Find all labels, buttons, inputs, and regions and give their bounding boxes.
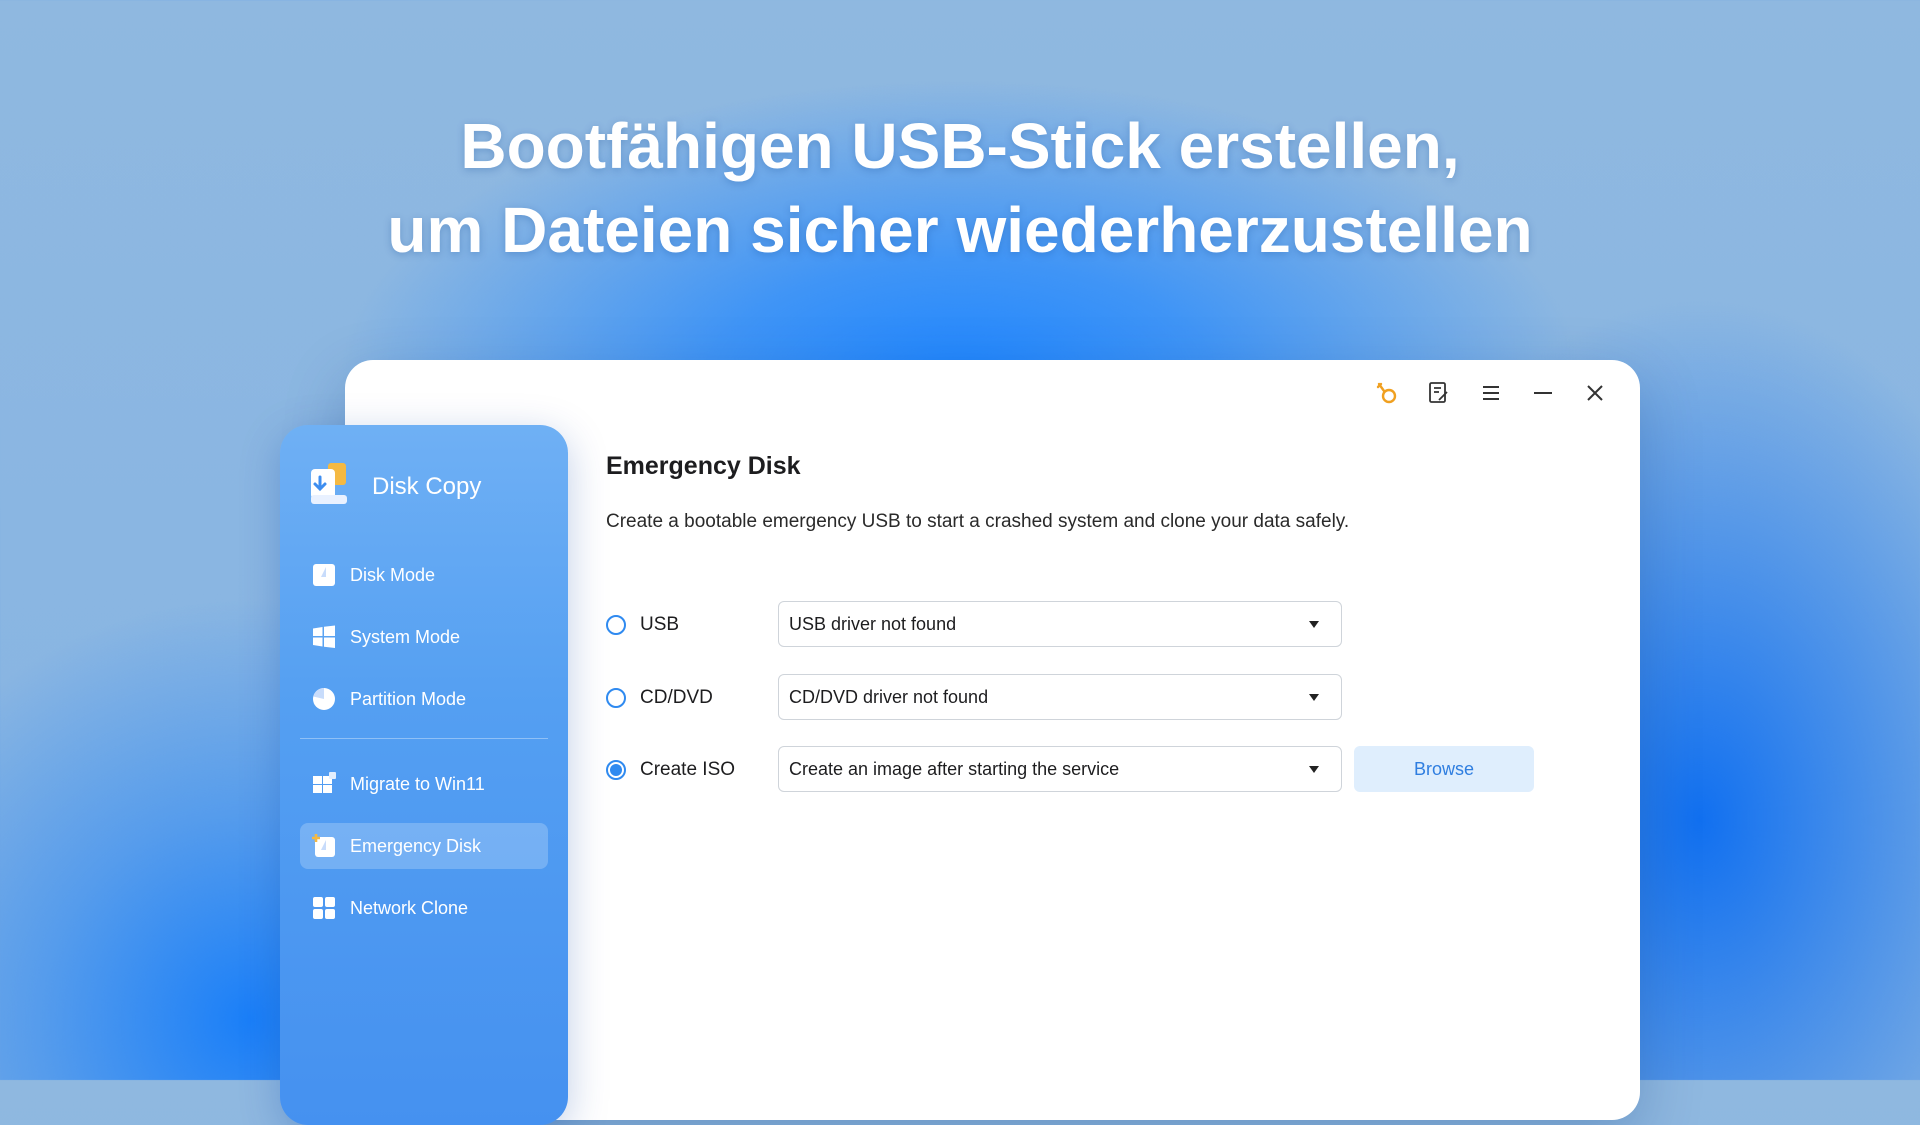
- key-icon[interactable]: [1372, 378, 1402, 408]
- create-iso-dropdown[interactable]: Create an image after starting the servi…: [778, 746, 1342, 792]
- page-title: Emergency Disk: [606, 452, 801, 480]
- cd-dvd-dropdown[interactable]: CD/DVD driver not found: [778, 674, 1342, 720]
- close-icon[interactable]: [1580, 378, 1610, 408]
- pie-chart-icon: [312, 687, 336, 711]
- sidebar-item-label: Disk Mode: [350, 564, 436, 585]
- menu-icon[interactable]: [1476, 378, 1506, 408]
- create-iso-dropdown-value: Create an image after starting the servi…: [789, 758, 1120, 779]
- main-content: Emergency Disk Create a bootable emergen…: [606, 452, 1349, 533]
- emergency-disk-icon: [312, 834, 336, 858]
- usb-dropdown-value: USB driver not found: [789, 613, 957, 634]
- sidebar-item-partition-mode[interactable]: Partition Mode: [300, 676, 548, 722]
- usb-radio[interactable]: [606, 615, 626, 635]
- minimize-icon[interactable]: [1528, 378, 1558, 408]
- cd-dvd-label: CD/DVD: [640, 687, 713, 708]
- sidebar-item-emergency-disk[interactable]: Emergency Disk: [300, 823, 548, 869]
- chevron-down-icon: [1309, 693, 1319, 701]
- page-description: Create a bootable emergency USB to start…: [606, 511, 1350, 532]
- chevron-down-icon: [1309, 765, 1319, 773]
- win11-icon: [312, 772, 336, 796]
- browse-button[interactable]: Browse: [1354, 746, 1534, 792]
- chevron-down-icon: [1309, 620, 1319, 628]
- sidebar-item-disk-mode[interactable]: Disk Mode: [300, 552, 548, 598]
- option-create-iso[interactable]: Create ISO: [606, 759, 780, 781]
- option-cd-dvd[interactable]: CD/DVD: [606, 687, 780, 709]
- sidebar-item-network-clone[interactable]: Network Clone: [300, 885, 548, 931]
- page-headline: Bootfähigen USB-Stick erstellen, um Date…: [0, 104, 1920, 272]
- sidebar-item-label: System Mode: [350, 626, 461, 647]
- sidebar-divider: [300, 738, 548, 739]
- cd-dvd-radio[interactable]: [606, 688, 626, 708]
- create-iso-radio[interactable]: [606, 760, 626, 780]
- sidebar-item-label: Migrate to Win11: [350, 773, 485, 794]
- brand-label: Disk Copy: [372, 472, 482, 500]
- create-iso-label: Create ISO: [640, 759, 736, 780]
- sidebar-item-migrate-to-win11[interactable]: Migrate to Win11: [300, 761, 548, 807]
- usb-label: USB: [640, 614, 680, 635]
- sidebar: Disk Copy Disk Mode System Mode Partitio…: [280, 425, 568, 1125]
- brand: Disk Copy: [308, 461, 481, 512]
- sidebar-item-label: Emergency Disk: [350, 835, 482, 856]
- cd-dvd-dropdown-value: CD/DVD driver not found: [789, 686, 989, 707]
- feedback-icon[interactable]: [1424, 378, 1454, 408]
- sidebar-nav: Disk Mode System Mode Partition Mode Mig…: [300, 552, 548, 947]
- windows-icon: [312, 625, 336, 649]
- sidebar-item-label: Partition Mode: [350, 688, 467, 709]
- headline-line-1: Bootfähigen USB-Stick erstellen,: [460, 110, 1460, 182]
- usb-dropdown[interactable]: USB driver not found: [778, 601, 1342, 647]
- grid-icon: [312, 896, 336, 920]
- disk-copy-logo-icon: [308, 461, 354, 512]
- headline-line-2: um Dateien sicher wiederherzustellen: [387, 194, 1533, 266]
- sidebar-item-system-mode[interactable]: System Mode: [300, 614, 548, 660]
- disk-mode-icon: [312, 563, 336, 587]
- option-usb[interactable]: USB: [606, 614, 780, 636]
- sidebar-item-label: Network Clone: [350, 897, 469, 918]
- titlebar-controls: [1372, 378, 1610, 408]
